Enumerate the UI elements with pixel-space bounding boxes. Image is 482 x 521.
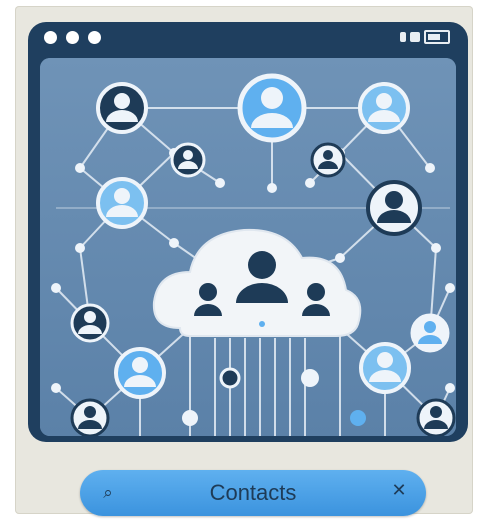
title-bar	[28, 22, 468, 56]
avatar-user-12[interactable]	[70, 398, 110, 436]
contacts-search-bar[interactable]: ⌕ Contacts ✕	[80, 470, 426, 516]
avatar-user-8[interactable]	[70, 303, 110, 343]
avatar-user-5[interactable]	[366, 180, 422, 236]
avatar-user-11[interactable]	[359, 342, 411, 394]
avatar-user-7[interactable]	[310, 142, 346, 178]
close-icon[interactable]: ✕	[388, 480, 410, 502]
avatar-user-1[interactable]	[96, 82, 148, 134]
avatar-user-10[interactable]	[114, 347, 166, 399]
window-dot-3[interactable]	[88, 31, 101, 44]
window-dot-1[interactable]	[44, 31, 57, 44]
network-graph	[40, 58, 456, 436]
avatar-user-2[interactable]	[237, 73, 307, 143]
avatar-user-3[interactable]	[358, 82, 410, 134]
search-bar-label: Contacts	[209, 480, 297, 505]
avatar-user-9[interactable]	[410, 313, 450, 353]
avatar-user-13[interactable]	[416, 398, 456, 436]
wifi-icon	[410, 32, 420, 42]
contacts-network-canvas	[40, 58, 456, 436]
avatar-user-6[interactable]	[170, 142, 206, 178]
window-dot-2[interactable]	[66, 31, 79, 44]
battery-icon	[424, 30, 450, 44]
status-icons	[400, 30, 450, 44]
app-window	[28, 22, 468, 442]
signal-icon	[400, 32, 406, 42]
avatar-user-4[interactable]	[96, 177, 148, 229]
